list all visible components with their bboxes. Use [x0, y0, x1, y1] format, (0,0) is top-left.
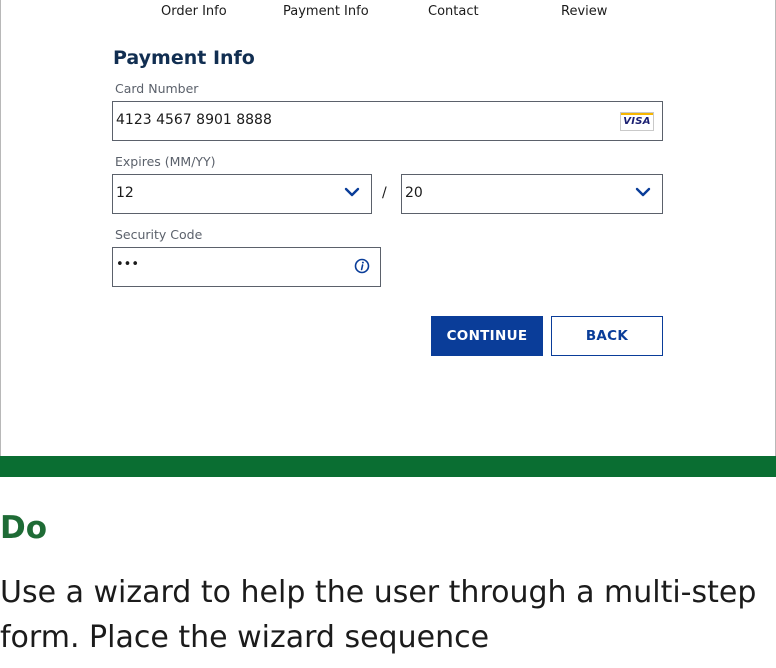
security-code-field[interactable]: ••• — [112, 247, 381, 287]
expires-year-value: 20 — [405, 185, 423, 201]
do-section-divider — [0, 456, 776, 477]
expires-month-select[interactable]: 12 — [112, 174, 372, 214]
card-number-label: Card Number — [115, 81, 199, 96]
continue-button[interactable]: CONTINUE — [431, 316, 543, 356]
payment-form-panel: Order Info Payment Info Contact Review P… — [0, 0, 776, 456]
security-code-value: ••• — [116, 257, 140, 272]
info-icon[interactable] — [354, 258, 370, 274]
wizard-step-review[interactable]: Review — [561, 4, 607, 19]
do-heading: Do — [0, 510, 48, 546]
wizard-step-order-info[interactable]: Order Info — [161, 4, 227, 19]
chevron-down-icon — [635, 187, 651, 197]
chevron-down-icon — [344, 187, 360, 197]
card-number-field[interactable]: 4123 4567 8901 8888 VISA — [112, 101, 663, 141]
expires-year-select[interactable]: 20 — [401, 174, 663, 214]
security-code-label: Security Code — [115, 227, 203, 242]
card-number-value: 4123 4567 8901 8888 — [116, 112, 272, 128]
expires-separator: / — [382, 185, 387, 201]
expires-month-value: 12 — [116, 185, 134, 201]
expires-label: Expires (MM/YY) — [115, 154, 216, 169]
visa-logo-text: VISA — [623, 116, 651, 127]
wizard-step-payment-info[interactable]: Payment Info — [283, 4, 369, 19]
section-title: Payment Info — [113, 47, 255, 69]
do-description: Use a wizard to help the user through a … — [0, 575, 757, 655]
wizard-steps: Order Info Payment Info Contact Review — [1, 4, 776, 24]
back-button[interactable]: BACK — [551, 316, 663, 356]
visa-card-icon: VISA — [620, 112, 654, 131]
wizard-step-contact[interactable]: Contact — [428, 4, 479, 19]
visa-stripe — [621, 113, 653, 115]
